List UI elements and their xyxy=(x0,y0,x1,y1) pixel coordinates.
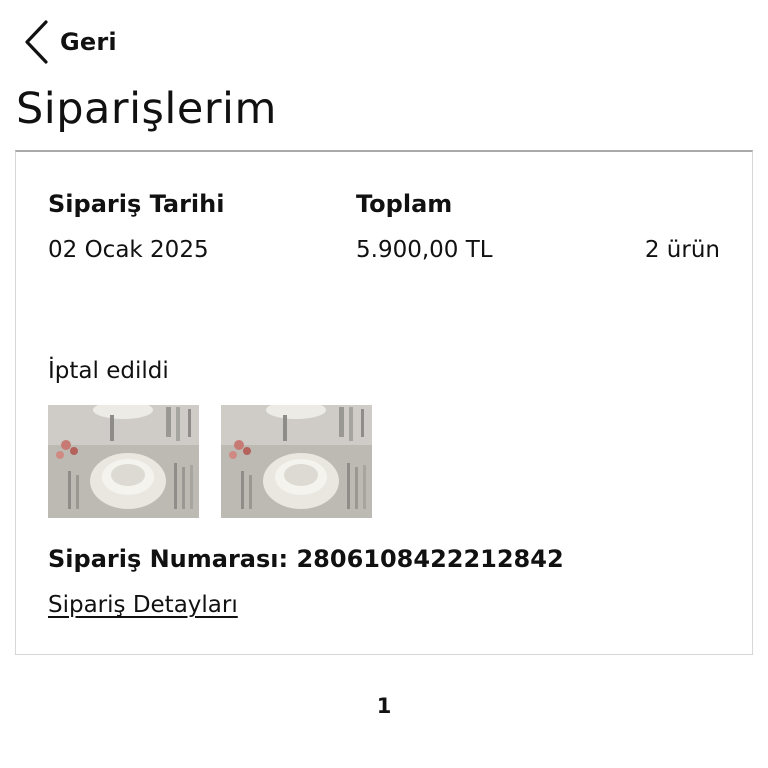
order-card: Sipariş Tarihi 02 Ocak 2025 Toplam 5.900… xyxy=(15,150,753,655)
order-number-label: Sipariş Numarası: xyxy=(48,545,289,573)
order-number: Sipariş Numarası: 2806108422212842 xyxy=(48,545,564,573)
back-button[interactable]: Geri xyxy=(22,18,117,66)
order-date-label: Sipariş Tarihi xyxy=(48,190,225,218)
product-thumbnail-2[interactable] xyxy=(221,405,372,518)
order-item-count: 2 ürün xyxy=(644,237,720,263)
order-status: İptal edildi xyxy=(48,358,169,384)
pagination-page-1[interactable]: 1 xyxy=(377,694,392,718)
order-details-link[interactable]: Sipariş Detayları xyxy=(48,592,238,618)
product-thumbnail-1[interactable] xyxy=(48,405,199,518)
order-date-value: 02 Ocak 2025 xyxy=(48,237,209,263)
page-title: Siparişlerim xyxy=(16,84,277,134)
back-label: Geri xyxy=(60,28,117,56)
pagination: 1 xyxy=(0,694,768,718)
chevron-left-icon xyxy=(22,18,50,66)
order-total-label: Toplam xyxy=(356,190,453,218)
order-number-value: 2806108422212842 xyxy=(296,545,564,573)
order-total-value: 5.900,00 TL xyxy=(356,237,493,263)
product-thumbnails xyxy=(48,405,372,518)
